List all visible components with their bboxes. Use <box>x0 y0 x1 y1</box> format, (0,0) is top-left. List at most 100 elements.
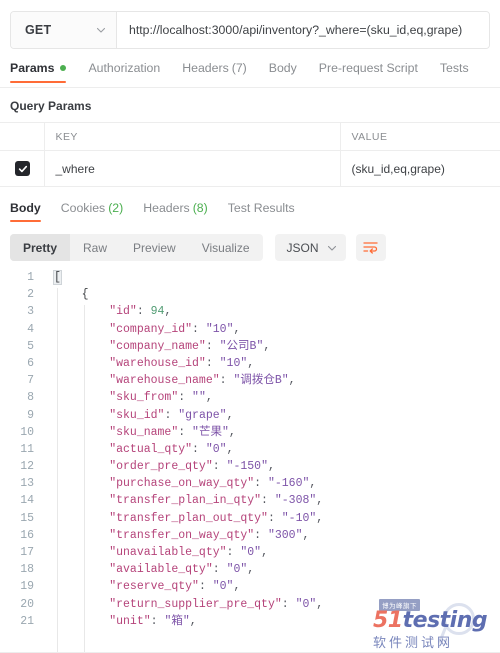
code-line: 4 "company_id": "10", <box>0 321 500 338</box>
tab-headers[interactable]: Headers (7) <box>182 61 247 82</box>
line-number: 3 <box>0 303 44 320</box>
tab-tests-label: Tests <box>440 61 469 75</box>
response-body-viewer[interactable]: 1[2 {3 "id": 94,4 "company_id": "10",5 "… <box>0 269 500 648</box>
code-line: 14 "transfer_plan_in_qty": "-308", <box>0 492 500 509</box>
line-number: 11 <box>0 441 44 458</box>
code-line-content: "warehouse_id": "10", <box>44 355 500 372</box>
code-token: "grape" <box>178 409 226 422</box>
query-params-table: KEY VALUE _where (sku_id,eq,grape) <box>0 122 500 187</box>
response-format-label: JSON <box>287 241 319 255</box>
code-line-content: "transfer_plan_in_qty": "-308", <box>44 492 500 509</box>
code-token: "0" <box>240 546 261 559</box>
response-view-toolbar: Pretty Raw Preview Visualize JSON <box>0 234 500 261</box>
response-tab-headers[interactable]: Headers (8) <box>143 201 208 222</box>
code-token <box>54 615 109 628</box>
code-token: , <box>229 426 236 439</box>
code-token: { <box>82 288 89 301</box>
tab-params-label: Params <box>10 61 54 75</box>
tab-pre-request-script[interactable]: Pre-request Script <box>319 61 418 82</box>
code-token: , <box>316 494 323 507</box>
postman-window: GET http://localhost:3000/api/inventory?… <box>0 0 500 653</box>
code-token: "箱" <box>164 615 189 628</box>
code-token: "" <box>192 391 206 404</box>
code-token: "-10" <box>282 512 317 525</box>
code-token: : <box>254 529 268 542</box>
line-number: 17 <box>0 544 44 561</box>
line-number: 8 <box>0 389 44 406</box>
view-mode-visualize[interactable]: Visualize <box>189 234 263 261</box>
code-line-content: "purchase_on_way_qty": "-160", <box>44 475 500 492</box>
table-row: _where (sku_id,eq,grape) <box>0 151 500 187</box>
code-line-content: "sku_id": "grape", <box>44 407 500 424</box>
tab-params[interactable]: Params <box>10 61 66 82</box>
tab-headers-count: (7) <box>232 61 247 75</box>
word-wrap-icon <box>363 241 378 254</box>
code-token: , <box>227 409 234 422</box>
response-format-select[interactable]: JSON <box>275 234 346 261</box>
code-line: 10 "sku_name": "芒果", <box>0 424 500 441</box>
code-token: : <box>268 512 282 525</box>
param-value-cell[interactable]: (sku_id,eq,grape) <box>340 151 500 187</box>
code-token <box>54 460 109 473</box>
code-token: "transfer_plan_in_qty" <box>109 494 261 507</box>
code-token: , <box>316 598 323 611</box>
code-line-content: "sku_name": "芒果", <box>44 424 500 441</box>
http-method-select[interactable]: GET <box>11 12 117 48</box>
check-icon <box>18 164 28 174</box>
code-line: 6 "warehouse_id": "10", <box>0 355 500 372</box>
tab-body-label: Body <box>269 61 297 75</box>
code-token: "actual_qty" <box>109 443 192 456</box>
code-line: 9 "sku_id": "grape", <box>0 407 500 424</box>
code-line-content: "actual_qty": "0", <box>44 441 500 458</box>
response-tab-test-results[interactable]: Test Results <box>228 201 295 222</box>
param-key-cell[interactable]: _where <box>44 151 340 187</box>
param-enabled-checkbox[interactable] <box>15 161 30 176</box>
param-value-text: (sku_id,eq,grape) <box>341 162 445 176</box>
code-token: , <box>164 305 171 318</box>
param-key-text: _where <box>45 162 95 176</box>
line-number: 20 <box>0 596 44 613</box>
code-token: "id" <box>109 305 137 318</box>
tab-tests[interactable]: Tests <box>440 61 469 82</box>
code-line-content: "id": 94, <box>44 303 500 320</box>
tab-body[interactable]: Body <box>269 61 297 82</box>
code-line: 20 "return_supplier_pre_qty": "0", <box>0 596 500 613</box>
code-token: , <box>268 460 275 473</box>
row-checkbox-cell <box>0 151 44 187</box>
code-token: : <box>213 563 227 576</box>
line-number: 16 <box>0 527 44 544</box>
line-number: 4 <box>0 321 44 338</box>
response-tab-body[interactable]: Body <box>10 201 41 222</box>
response-tab-headers-count: (8) <box>193 201 208 215</box>
word-wrap-button[interactable] <box>356 234 386 261</box>
code-token <box>54 357 109 370</box>
response-tab-cookies-label: Cookies <box>61 201 105 215</box>
code-line: 13 "purchase_on_way_qty": "-160", <box>0 475 500 492</box>
request-url-input[interactable]: http://localhost:3000/api/inventory?_whe… <box>117 12 489 48</box>
code-token: "available_qty" <box>109 563 213 576</box>
column-header-value-label: VALUE <box>341 131 388 143</box>
code-line-content: "return_supplier_pre_qty": "0", <box>44 596 500 613</box>
line-number: 10 <box>0 424 44 441</box>
chevron-down-icon <box>327 243 337 253</box>
code-line-content: "transfer_plan_out_qty": "-10", <box>44 510 500 527</box>
code-token: : <box>254 477 268 490</box>
code-token: "0" <box>206 443 227 456</box>
line-number: 21 <box>0 613 44 630</box>
code-line-content: [ <box>44 269 500 286</box>
view-mode-raw[interactable]: Raw <box>70 234 120 261</box>
code-token <box>54 512 109 525</box>
view-mode-pretty[interactable]: Pretty <box>10 234 70 261</box>
line-number: 15 <box>0 510 44 527</box>
code-token: "reserve_qty" <box>109 580 199 593</box>
response-tab-cookies[interactable]: Cookies (2) <box>61 201 123 222</box>
code-token: : <box>164 409 178 422</box>
view-mode-preview[interactable]: Preview <box>120 234 189 261</box>
line-number: 14 <box>0 492 44 509</box>
tab-authorization[interactable]: Authorization <box>88 61 160 82</box>
code-token <box>54 546 109 559</box>
tab-headers-label: Headers <box>182 61 228 75</box>
code-line: 15 "transfer_plan_out_qty": "-10", <box>0 510 500 527</box>
code-token: "10" <box>206 323 234 336</box>
code-line: 18 "available_qty": "0", <box>0 561 500 578</box>
